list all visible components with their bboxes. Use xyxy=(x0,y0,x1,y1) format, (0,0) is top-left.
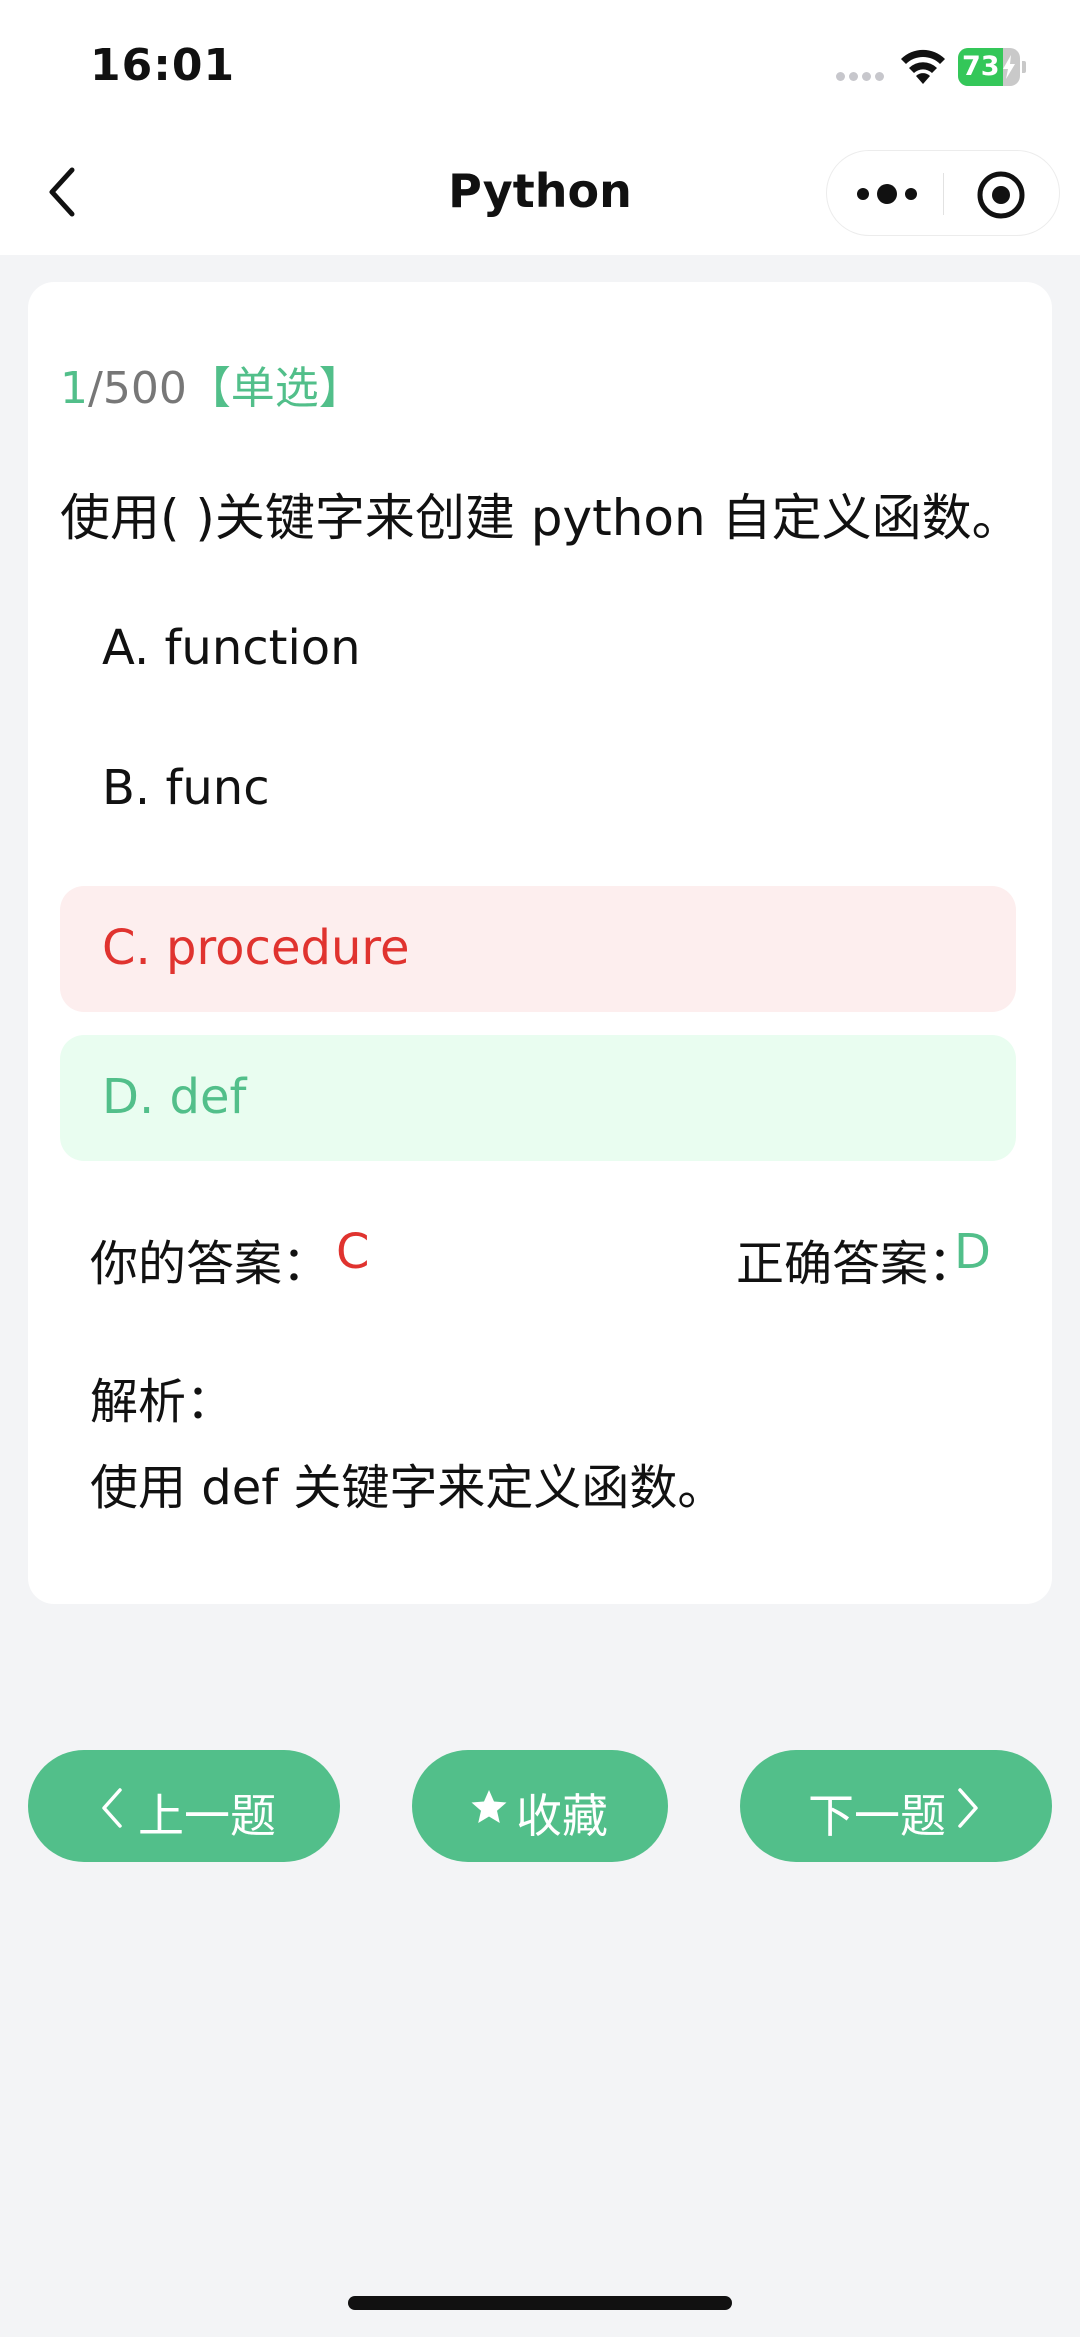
status-bar: 16:01 73 xyxy=(0,0,1080,130)
question-text: 使用( )关键字来创建 python 自定义函数。 xyxy=(60,489,1022,547)
analysis-text: 使用 def 关键字来定义函数。 xyxy=(90,1460,726,1516)
previous-question-label: 上一题 xyxy=(138,1789,276,1843)
total-count: /500 xyxy=(88,363,187,414)
previous-question-button[interactable]: 上一题 xyxy=(28,1750,340,1862)
question-card: 1/500【单选】 使用( )关键字来创建 python 自定义函数。 A. f… xyxy=(28,282,1052,1604)
option-d-correct[interactable]: D. def xyxy=(60,1035,1016,1161)
favorite-label: 收藏 xyxy=(516,1789,608,1843)
analysis-title: 解析： xyxy=(90,1374,235,1430)
option-label: C. procedure xyxy=(102,920,410,976)
battery-percent: 73 xyxy=(962,51,1000,82)
option-label: B. func xyxy=(102,760,270,816)
quiz-page: 16:01 73 Python 1/500【单选】 使用()关键字来创建 py… xyxy=(0,0,1080,2337)
favorite-button[interactable]: 收藏 xyxy=(412,1750,668,1862)
cellular-signal-icon xyxy=(836,72,886,84)
more-icon[interactable] xyxy=(853,177,921,211)
option-b[interactable]: B. func xyxy=(60,726,1016,852)
next-question-label: 下一题 xyxy=(808,1789,946,1843)
option-label: D. def xyxy=(102,1069,247,1125)
wifi-icon xyxy=(901,49,945,84)
star-icon xyxy=(471,1790,507,1823)
close-mini-program-icon[interactable] xyxy=(975,169,1027,221)
mini-program-capsule xyxy=(826,150,1060,236)
chevron-left-icon xyxy=(102,1788,122,1828)
correct-answer-label: 正确答案： xyxy=(736,1236,977,1292)
option-a[interactable]: A. function xyxy=(60,586,1016,712)
option-c-wrong[interactable]: C. procedure xyxy=(60,886,1016,1012)
option-label: A. function xyxy=(102,620,361,676)
your-answer-label: 你的答案： xyxy=(90,1236,331,1292)
question-type: 【单选】 xyxy=(186,363,363,414)
your-answer-value: C xyxy=(336,1224,370,1280)
battery-icon: 73 xyxy=(958,48,1026,86)
chevron-right-icon xyxy=(958,1788,978,1828)
correct-answer-value: D xyxy=(954,1224,991,1280)
nav-bar: Python xyxy=(0,130,1080,255)
current-index: 1 xyxy=(60,363,88,414)
home-indicator[interactable] xyxy=(348,2296,732,2310)
next-question-button[interactable]: 下一题 xyxy=(740,1750,1052,1862)
question-progress: 1/500【单选】 xyxy=(60,352,363,416)
charging-bolt-icon xyxy=(1003,55,1015,79)
capsule-divider xyxy=(943,173,944,215)
status-time: 16:01 xyxy=(90,40,236,91)
answer-summary: 你的答案： C 正确答案： D xyxy=(90,1224,991,1294)
